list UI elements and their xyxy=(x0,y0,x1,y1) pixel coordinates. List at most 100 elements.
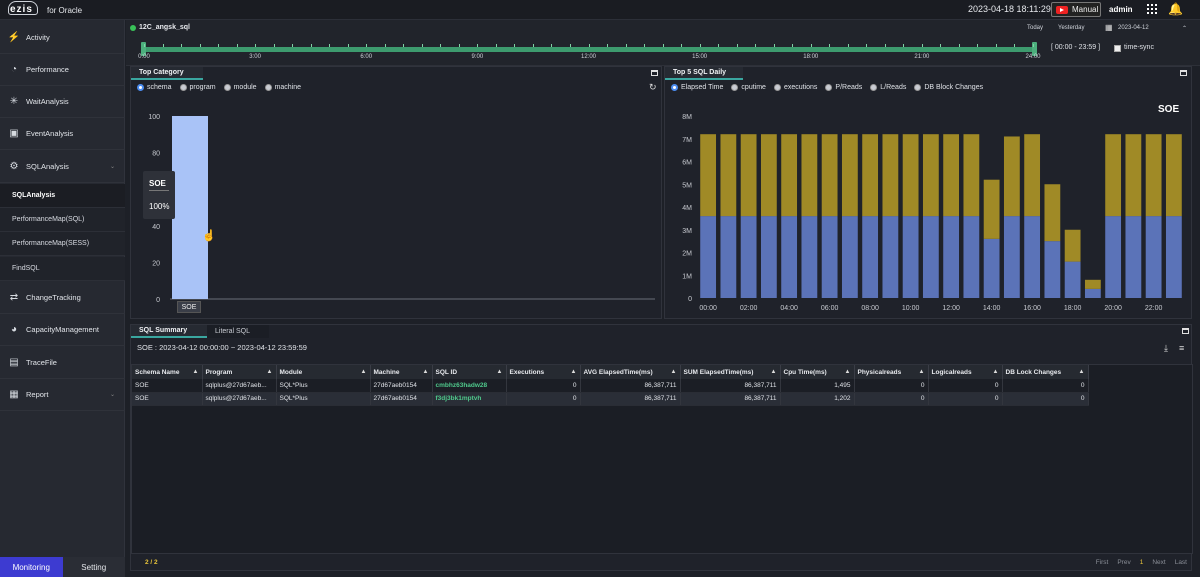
column-header[interactable]: Machine ▲ xyxy=(370,365,433,379)
bell-icon[interactable]: 🔔 xyxy=(1168,2,1183,16)
manual-button[interactable]: Manual xyxy=(1051,2,1101,17)
sidebar-item-sqlanalysis[interactable]: ⚙ SQLAnalysis ⌄ xyxy=(0,151,125,183)
user-name[interactable]: admin xyxy=(1109,5,1133,14)
stacked-bar-segment xyxy=(720,216,737,298)
table-cell[interactable]: cmbhz63hadw28 xyxy=(432,379,507,393)
sidebar-sub-findsql[interactable]: FindSQL xyxy=(0,257,125,281)
sort-icon[interactable]: ▲ xyxy=(193,369,199,375)
radio-machine[interactable]: machine xyxy=(264,84,301,91)
sort-icon[interactable]: ▲ xyxy=(671,369,677,375)
radio-program[interactable]: program xyxy=(179,84,216,91)
sidebar-item-changetracking[interactable]: ⇄ ChangeTracking xyxy=(0,282,125,314)
radio-executions[interactable]: executions xyxy=(773,84,817,91)
status-dot-icon xyxy=(130,25,136,31)
stacked-bar-segment xyxy=(760,216,777,298)
date-picker-value[interactable]: 2023-04-12 xyxy=(1118,25,1149,31)
sidebar-item-capacitymanagement[interactable]: ◕ CapacityManagement xyxy=(0,314,125,346)
sidebar-item-performance[interactable]: ◔ Performance xyxy=(0,54,125,86)
stacked-bar-segment xyxy=(1064,261,1081,298)
table-row[interactable]: SOE sqlplus@27d67aeb... SQL*Plus 27d67aeb01… xyxy=(132,392,1089,406)
tab-top-category[interactable]: Top Category xyxy=(131,67,203,80)
column-header[interactable]: AVG ElapsedTime(ms) ▲ xyxy=(580,365,681,379)
sidebar-item-label: EventAnalysis xyxy=(26,129,74,138)
radio-db-block-changes[interactable]: DB Block Changes xyxy=(914,84,983,91)
timeline-tick xyxy=(347,44,349,47)
sort-icon[interactable]: ▲ xyxy=(361,369,367,375)
tab-monitoring[interactable]: Monitoring xyxy=(0,557,63,577)
stacked-bar-segment xyxy=(801,216,818,298)
sort-icon[interactable]: ▲ xyxy=(423,369,429,375)
sort-icon[interactable]: ▲ xyxy=(1079,369,1085,375)
table-row[interactable]: SOE sqlplus@27d67aeb... SQL*Plus 27d67aeb01… xyxy=(132,379,1089,393)
stacked-bar-segment xyxy=(700,134,717,217)
sidebar-sub-sqlanalysis[interactable]: SQLAnalysis xyxy=(0,184,125,208)
download-icon[interactable]: ⤓ xyxy=(1164,343,1168,354)
sort-icon[interactable]: ▲ xyxy=(919,369,925,375)
column-header[interactable]: SUM ElapsedTime(ms) ▲ xyxy=(680,365,781,379)
column-header[interactable]: DB Lock Changes ▲ xyxy=(1002,365,1089,379)
calendar-icon[interactable]: ▦ xyxy=(1105,23,1113,32)
table-cell: 86,387,711 xyxy=(580,379,681,393)
database-name[interactable]: 12C_angsk_sql xyxy=(139,24,190,31)
chevron-up-icon[interactable]: ⌃ xyxy=(1182,25,1187,32)
current-page[interactable]: 1 xyxy=(1140,559,1144,566)
time-sync-checkbox[interactable] xyxy=(1114,45,1121,52)
sort-icon[interactable]: ▲ xyxy=(267,369,273,375)
last-page-link[interactable]: Last xyxy=(1175,559,1187,566)
maximize-icon[interactable] xyxy=(1182,328,1189,334)
sidebar-item-report[interactable]: ▦ Report ⌄ xyxy=(0,379,125,411)
maximize-icon[interactable] xyxy=(651,70,658,76)
tab-literal-sql[interactable]: Literal SQL xyxy=(207,325,269,338)
table-cell[interactable]: f3dj3bk1mptvh xyxy=(432,392,507,406)
today-button[interactable]: Today xyxy=(1027,25,1043,31)
stacked-bar-segment xyxy=(1145,216,1162,298)
y-tick-label: 80 xyxy=(152,151,160,158)
stacked-bar-segment xyxy=(1145,134,1162,217)
sort-icon[interactable]: ▲ xyxy=(571,369,577,375)
prev-page-link[interactable]: Prev xyxy=(1117,559,1130,566)
stacked-bar-segment xyxy=(1024,134,1041,217)
column-header[interactable]: Program ▲ xyxy=(202,365,277,379)
tab-top5-sql[interactable]: Top 5 SQL Daily xyxy=(665,67,743,80)
column-header[interactable]: Logicalreads ▲ xyxy=(928,365,1003,379)
radio-lreads[interactable]: L/Reads xyxy=(870,84,906,91)
tab-setting[interactable]: Setting xyxy=(62,557,125,577)
stacked-bar-segment xyxy=(1084,279,1101,289)
column-header[interactable]: Cpu Time(ms) ▲ xyxy=(780,365,855,379)
sidebar-item-label: WaitAnalysis xyxy=(26,97,69,106)
timeline-track[interactable] xyxy=(143,47,1037,52)
sidebar-item-tracefile[interactable]: ▤ TraceFile xyxy=(0,347,125,379)
radio-cputime[interactable]: cputime xyxy=(731,84,766,91)
column-header[interactable]: Module ▲ xyxy=(276,365,371,379)
next-page-link[interactable]: Next xyxy=(1152,559,1165,566)
yesterday-button[interactable]: Yesterday xyxy=(1058,25,1084,31)
table-cell: 0 xyxy=(928,379,1003,393)
column-header[interactable]: Schema Name ▲ xyxy=(132,365,203,379)
column-header[interactable]: SQL ID ▲ xyxy=(432,365,507,379)
sidebar-sub-performancemap-sql[interactable]: PerformanceMap(SQL) xyxy=(0,208,125,232)
sort-icon[interactable]: ▲ xyxy=(497,369,503,375)
sort-icon[interactable]: ▲ xyxy=(993,369,999,375)
apps-grid-icon[interactable] xyxy=(1147,4,1157,14)
radio-module[interactable]: module xyxy=(223,84,257,91)
stacked-bar-segment xyxy=(740,216,757,298)
sort-icon[interactable]: ▲ xyxy=(845,369,851,375)
column-header[interactable]: Physicalreads ▲ xyxy=(854,365,929,379)
radio-preads[interactable]: P/Reads xyxy=(825,84,862,91)
sidebar-item-activity[interactable]: ⚡ Activity xyxy=(0,22,125,54)
summary-table-wrap: Schema Name ▲ Program ▲ Module ▲ Machine ▲ SQL I… xyxy=(131,364,1193,554)
sidebar-item-eventanalysis[interactable]: ▣ EventAnalysis xyxy=(0,118,125,150)
first-page-link[interactable]: First xyxy=(1096,559,1109,566)
radio-schema[interactable]: schema xyxy=(137,84,172,91)
timeline-tick xyxy=(755,44,757,47)
filter-icon[interactable]: ≡ xyxy=(1179,343,1184,353)
sidebar-item-waitanalysis[interactable]: ✳ WaitAnalysis xyxy=(0,86,125,118)
timeline-tick xyxy=(255,44,257,47)
tab-sql-summary[interactable]: SQL Summary xyxy=(131,325,207,338)
radio-elapsed-time[interactable]: Elapsed Time xyxy=(671,84,723,91)
maximize-icon[interactable] xyxy=(1180,70,1187,76)
sort-icon[interactable]: ▲ xyxy=(771,369,777,375)
sidebar-sub-performancemap-sess[interactable]: PerformanceMap(SESS) xyxy=(0,232,125,256)
column-header[interactable]: Executions ▲ xyxy=(506,365,581,379)
youtube-icon xyxy=(1056,5,1068,14)
